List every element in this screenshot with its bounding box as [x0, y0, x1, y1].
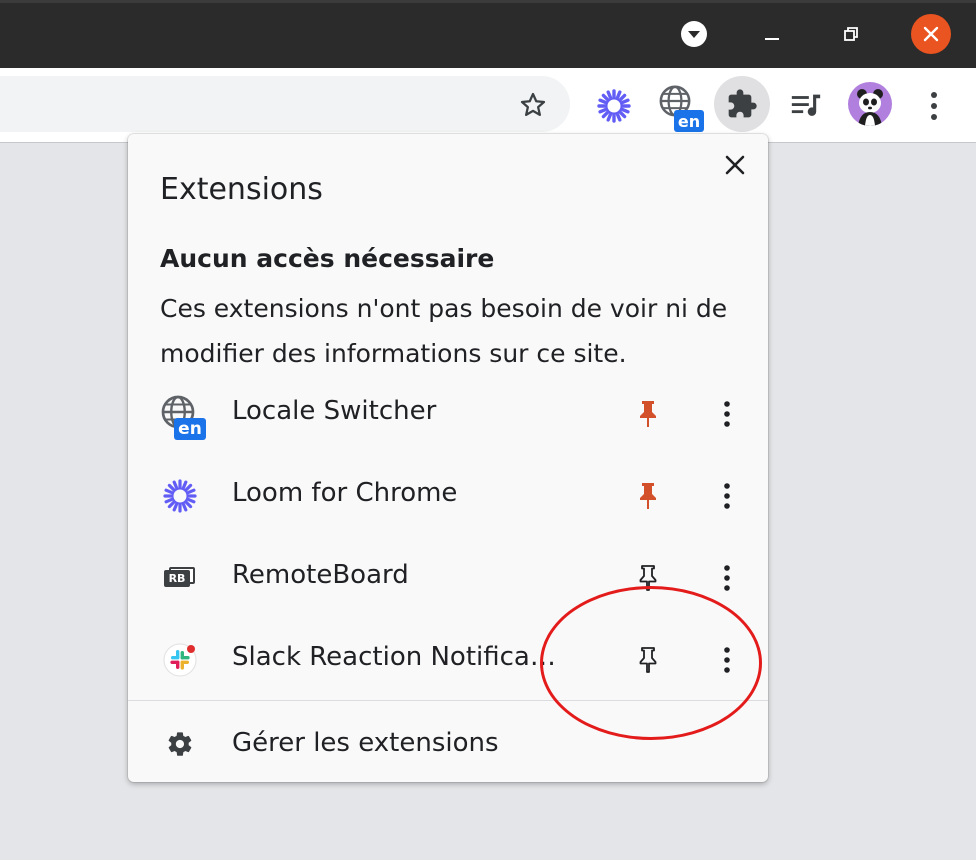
- remoteboard-icon: RB: [160, 558, 200, 598]
- extension-name: Slack Reaction Notifica…: [232, 642, 556, 672]
- media-queue-icon: [791, 94, 821, 116]
- pin-filled-icon: [640, 401, 656, 427]
- address-bar[interactable]: [0, 76, 570, 132]
- toolbar-locale-switcher-button[interactable]: en: [656, 84, 706, 132]
- manage-extensions-label: Gérer les extensions: [232, 728, 499, 758]
- pin-outline-icon: [639, 647, 657, 673]
- loom-icon: [160, 476, 200, 516]
- extension-row-slack-reaction-notifications[interactable]: Slack Reaction Notifica…: [128, 620, 768, 702]
- panel-title: Extensions: [160, 172, 323, 207]
- extensions-panel: Extensions Aucun accès nécessaire Ces ex…: [128, 134, 768, 782]
- close-icon: [923, 26, 939, 42]
- extension-name: Loom for Chrome: [232, 478, 458, 508]
- pin-filled-icon: [640, 483, 656, 509]
- media-queue-button[interactable]: [784, 84, 828, 128]
- star-icon: [520, 92, 546, 116]
- more-actions-button[interactable]: [712, 640, 742, 680]
- locale-badge: en: [674, 110, 704, 132]
- kebab-menu-icon: [724, 647, 730, 673]
- divider: [128, 700, 768, 701]
- minimize-button[interactable]: [756, 18, 788, 50]
- toolbar-loom-button[interactable]: [592, 84, 636, 128]
- restore-icon: [844, 27, 858, 41]
- pin-button-pinned[interactable]: [634, 398, 662, 430]
- title-bar: [0, 0, 976, 68]
- section-description: Ces extensions n'ont pas besoin de voir …: [160, 294, 728, 368]
- extension-row-loom[interactable]: Loom for Chrome: [128, 456, 768, 538]
- puzzle-icon: [728, 89, 757, 118]
- pin-button-unpinned[interactable]: [634, 562, 662, 594]
- section-title: Aucun accès nécessaire: [160, 244, 495, 273]
- manage-extensions-button[interactable]: Gérer les extensions: [128, 708, 768, 780]
- close-icon: [725, 155, 745, 175]
- restore-button[interactable]: [835, 18, 867, 50]
- locale-badge: en: [174, 418, 206, 440]
- browser-toolbar: en: [0, 68, 976, 143]
- gear-icon: [164, 728, 196, 760]
- extension-row-remoteboard[interactable]: RB RemoteBoard: [128, 538, 768, 620]
- kebab-menu-icon: [724, 483, 730, 509]
- extension-row-locale-switcher[interactable]: en Locale Switcher: [128, 374, 768, 456]
- bookmark-star-button[interactable]: [516, 88, 550, 122]
- close-window-button[interactable]: [911, 14, 951, 54]
- pin-button-pinned[interactable]: [634, 480, 662, 512]
- loom-icon: [597, 89, 631, 123]
- profile-avatar[interactable]: [848, 82, 892, 126]
- close-panel-button[interactable]: [720, 150, 750, 180]
- minimize-icon: [765, 38, 779, 40]
- dropdown-icon: [681, 21, 707, 47]
- pin-button-unpinned[interactable]: [634, 644, 662, 676]
- panda-avatar-icon: [857, 89, 883, 126]
- locale-switcher-icon: en: [160, 394, 206, 440]
- window-menu-dropdown[interactable]: [678, 18, 710, 50]
- chrome-menu-button[interactable]: [918, 84, 950, 128]
- more-actions-button[interactable]: [712, 558, 742, 598]
- slack-icon: [160, 640, 200, 680]
- kebab-menu-icon: [724, 565, 730, 591]
- remoteboard-badge: RB: [168, 572, 186, 585]
- extension-name: Locale Switcher: [232, 396, 437, 426]
- more-actions-button[interactable]: [712, 394, 742, 434]
- extensions-button[interactable]: [714, 76, 770, 132]
- extension-name: RemoteBoard: [232, 560, 409, 590]
- more-actions-button[interactable]: [712, 476, 742, 516]
- pin-outline-icon: [639, 565, 657, 591]
- kebab-menu-icon: [724, 401, 730, 427]
- kebab-menu-icon: [931, 92, 937, 120]
